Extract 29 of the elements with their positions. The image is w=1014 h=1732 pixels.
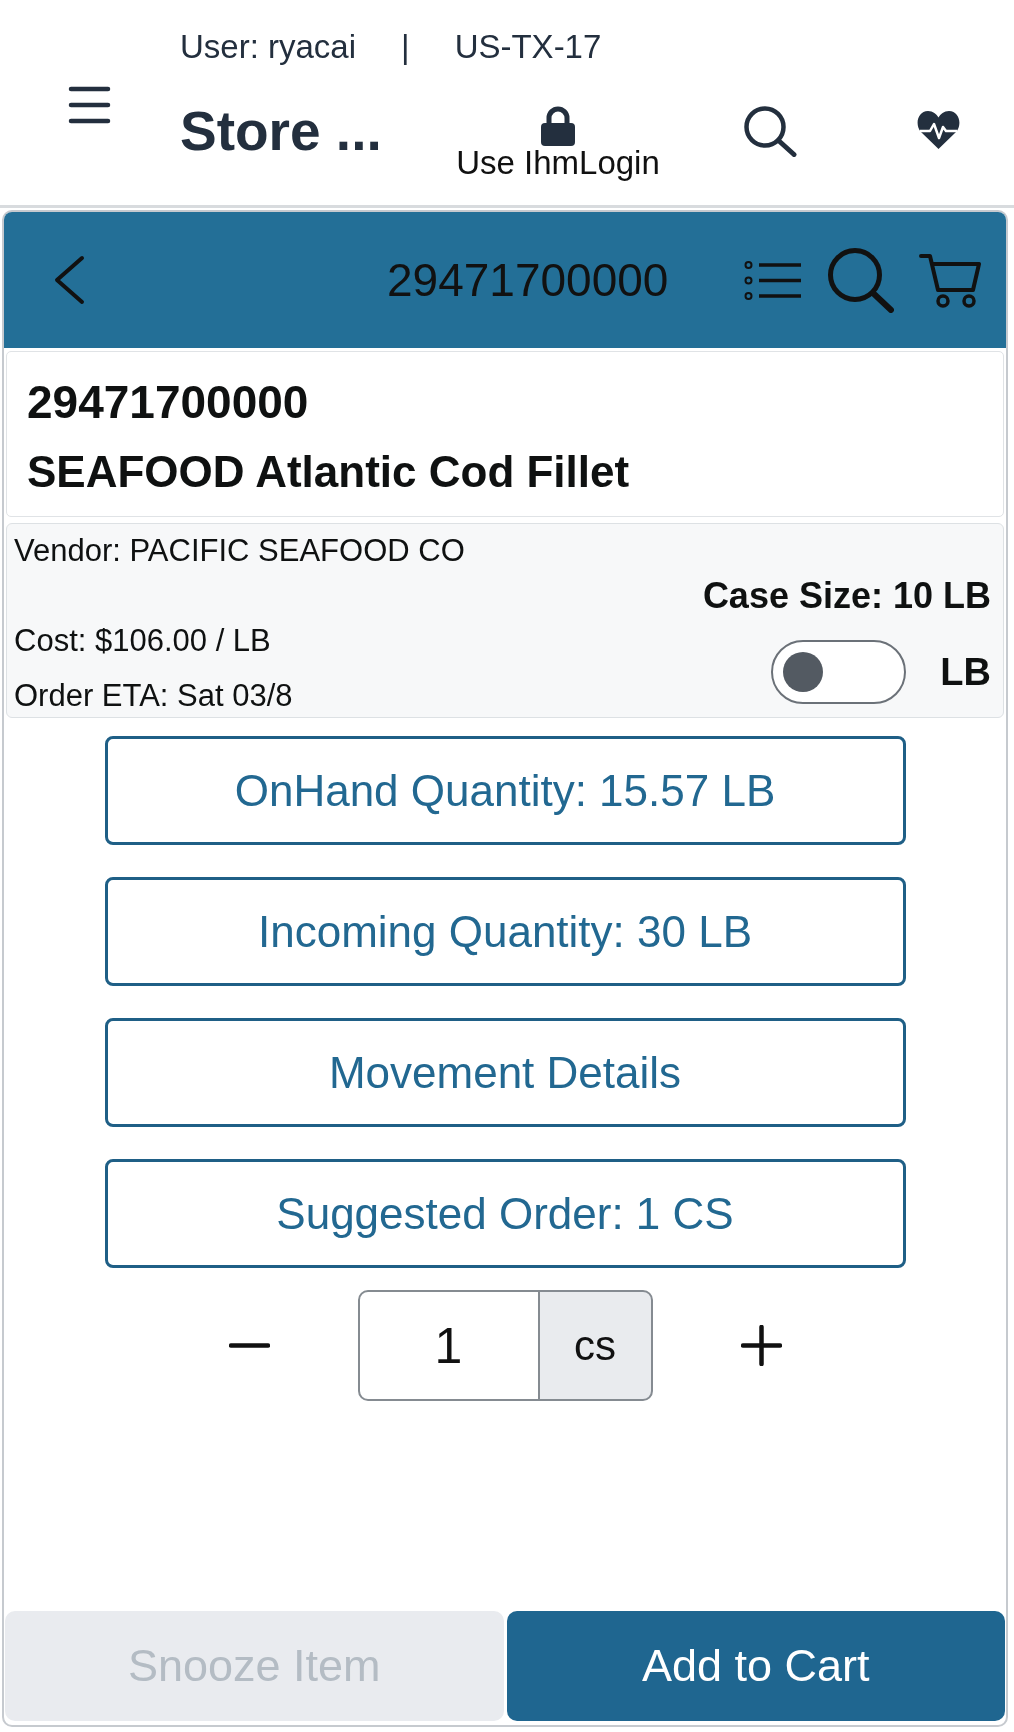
unit-toggle[interactable] <box>771 640 907 704</box>
store-id-label: US-TX-17 <box>454 29 602 65</box>
unit-label: LB <box>940 650 991 694</box>
quantity-field[interactable]: 1 <box>357 1290 539 1401</box>
search-icon[interactable] <box>743 105 797 157</box>
info-button[interactable]: Incoming Quantity: 30 LB <box>104 877 906 986</box>
store-title: Store ... <box>180 100 382 162</box>
unit-addon: cs <box>538 1290 653 1401</box>
vendor-text: Vendor: PACIFIC SEAFOOD CO <box>14 532 465 570</box>
item-number: 29471700000 <box>27 375 310 430</box>
heart-pulse-icon[interactable] <box>916 110 961 150</box>
separator-text: | <box>401 29 410 65</box>
info-button[interactable]: Movement Details <box>104 1018 906 1127</box>
add-to-cart-button[interactable]: Add to Cart <box>506 1611 1005 1721</box>
back-icon[interactable] <box>53 255 86 305</box>
login-button[interactable]: Use IhmLogin <box>456 106 660 180</box>
nav-title: 29471700000 <box>387 253 669 307</box>
cost-text: Cost: $106.00 / LB <box>14 622 272 660</box>
plus-icon[interactable] <box>740 1325 782 1366</box>
list-icon[interactable] <box>744 259 802 301</box>
case-size-text: Case Size: 10 LB <box>702 574 991 618</box>
user-label: User: ryacai <box>180 29 357 65</box>
info-button[interactable]: OnHand Quantity: 15.57 LB <box>104 736 906 845</box>
info-button[interactable]: Suggested Order: 1 CS <box>104 1159 906 1268</box>
menu-icon[interactable] <box>68 86 111 124</box>
cart-icon[interactable] <box>919 252 981 308</box>
order-eta-text: Order ETA: Sat 03/8 <box>14 677 294 715</box>
lock-icon <box>540 106 576 146</box>
item-name: SEAFOOD Atlantic Cod Fillet <box>27 446 631 498</box>
